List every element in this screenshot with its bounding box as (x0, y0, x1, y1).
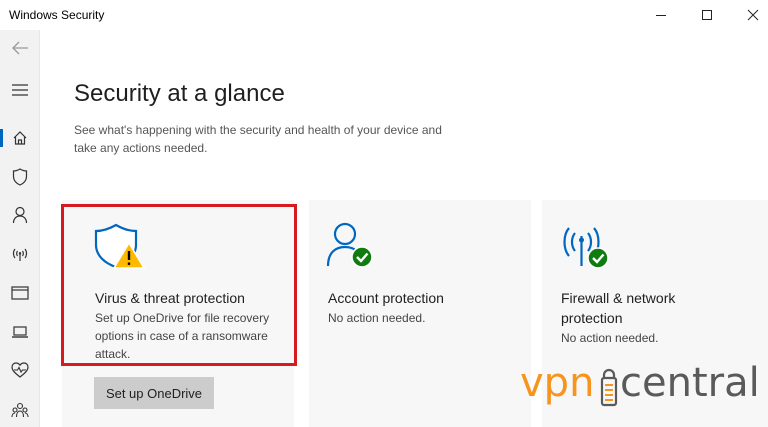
sidebar-item-device-security[interactable] (0, 314, 40, 350)
vpncentral-lock-logo (600, 368, 618, 407)
minimize-icon (656, 15, 666, 16)
person-icon (12, 206, 28, 224)
vpncentral-watermark: vpn central (520, 362, 760, 407)
active-indicator (0, 129, 3, 147)
firewall-card-status: No action needed. (561, 331, 659, 345)
heart-pulse-icon (11, 362, 29, 378)
sidebar-item-home[interactable] (0, 120, 40, 156)
back-button[interactable] (0, 30, 40, 66)
close-icon (747, 9, 759, 21)
home-icon (13, 131, 27, 145)
family-icon (11, 402, 29, 418)
title-bar: Windows Security (0, 0, 768, 30)
menu-button[interactable] (0, 72, 40, 108)
hamburger-menu-icon (12, 84, 28, 96)
sidebar (0, 30, 40, 427)
sidebar-item-device-health[interactable] (0, 352, 40, 388)
highlight-box (61, 204, 297, 366)
page-description: See what's happening with the security a… (74, 123, 442, 155)
firewall-ok-icon (563, 227, 609, 269)
laptop-icon (12, 326, 28, 338)
maximize-icon (702, 10, 712, 20)
watermark-text-vpn: vpn (520, 362, 594, 406)
account-protection-card[interactable]: Account protection No action needed. (309, 200, 531, 427)
sidebar-item-firewall[interactable] (0, 236, 40, 272)
account-card-title: Account protection (328, 290, 444, 306)
antenna-icon (12, 248, 28, 261)
minimize-button[interactable] (638, 0, 684, 30)
setup-onedrive-button[interactable]: Set up OneDrive (94, 377, 214, 409)
browser-window-icon (11, 286, 29, 300)
shield-icon (12, 168, 28, 186)
account-ok-icon (326, 222, 373, 268)
back-arrow-icon (12, 41, 28, 55)
page-title: Security at a glance (74, 80, 285, 107)
sidebar-item-app-browser[interactable] (0, 275, 40, 311)
close-button[interactable] (730, 0, 768, 30)
app-title: Windows Security (9, 8, 105, 22)
firewall-card-title-line1: Firewall & network (561, 290, 676, 306)
maximize-button[interactable] (684, 0, 730, 30)
sidebar-item-virus-threat[interactable] (0, 159, 40, 195)
sidebar-item-account[interactable] (0, 197, 40, 233)
watermark-text-central: central (620, 362, 760, 406)
sidebar-item-family[interactable] (0, 392, 40, 427)
account-card-status: No action needed. (328, 311, 426, 325)
firewall-card-title-line2: protection (561, 310, 623, 326)
